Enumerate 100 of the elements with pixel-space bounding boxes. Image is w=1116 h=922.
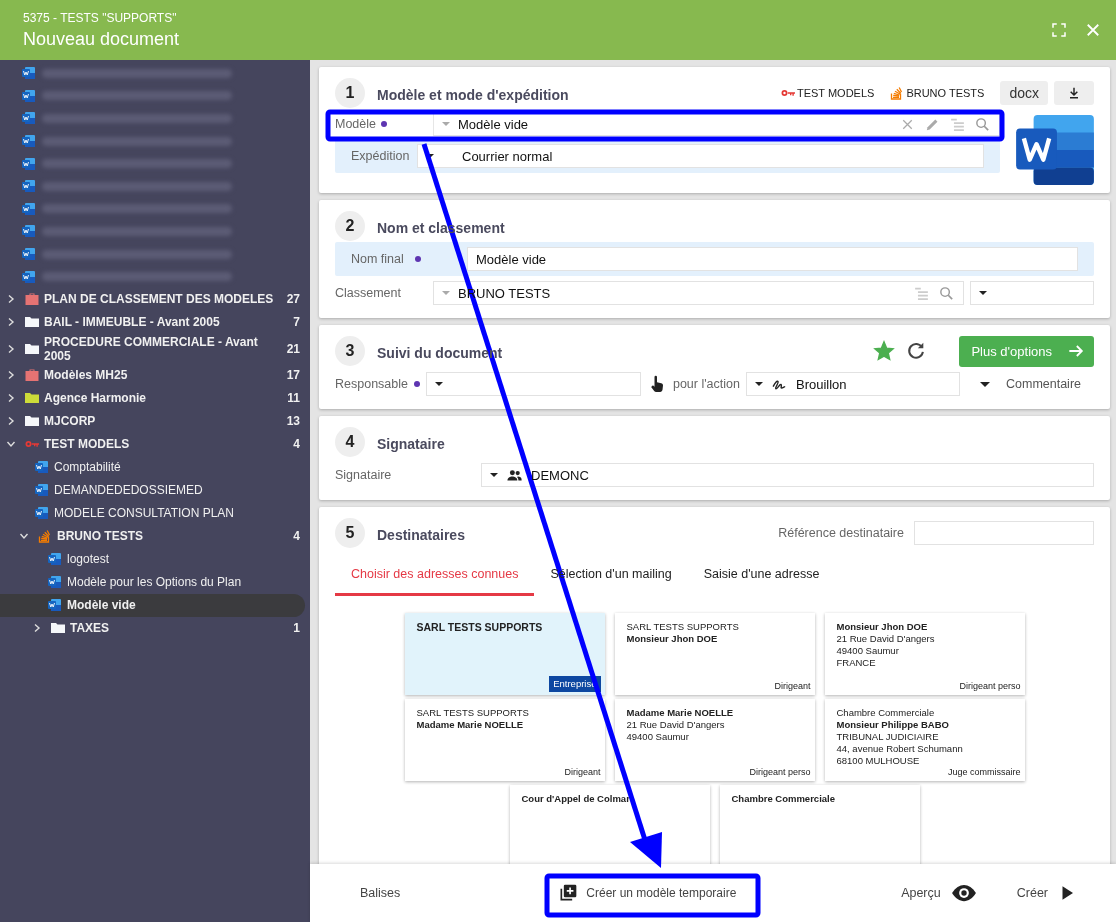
address-line: FRANCE bbox=[836, 657, 877, 669]
chevron-icon[interactable] bbox=[32, 623, 42, 634]
tree-label: Comptabilité bbox=[54, 459, 122, 476]
search-icon[interactable] bbox=[974, 115, 991, 133]
star-icon[interactable] bbox=[873, 340, 896, 362]
item-count: 17 bbox=[286, 368, 300, 383]
address-card[interactable]: Cour d'Appel de Colmar bbox=[509, 785, 710, 864]
tree-item[interactable]: MJCORP 13 bbox=[0, 409, 310, 433]
footer-button[interactable]: Balises bbox=[350, 878, 411, 908]
chevron-icon[interactable] bbox=[19, 531, 29, 542]
footer-button[interactable]: Créer bbox=[1006, 876, 1086, 910]
tree-label: DEMANDEDEDOSSIEMED bbox=[54, 482, 204, 499]
item-count: 13 bbox=[286, 414, 300, 429]
address-line: 49400 Saumur bbox=[626, 731, 690, 743]
chevron-icon[interactable] bbox=[6, 294, 16, 305]
tree-item[interactable]: Agence Harmonie 11 bbox=[0, 386, 310, 410]
word-icon bbox=[35, 483, 49, 498]
role-label: Dirigeant perso bbox=[749, 766, 811, 778]
window-subtitle: 5375 - TESTS "SUPPORTS" bbox=[23, 10, 178, 25]
address-line: 68100 MULHOUSE bbox=[836, 755, 921, 767]
download-button[interactable] bbox=[1054, 81, 1094, 105]
chevron-icon[interactable] bbox=[6, 317, 16, 328]
chevron-icon[interactable] bbox=[6, 439, 16, 450]
address-card[interactable]: SARL TESTS SUPPORTS Entreprise bbox=[404, 613, 605, 695]
tree-label: MODELE CONSULTATION PLAN bbox=[54, 505, 236, 522]
word-icon bbox=[22, 247, 36, 262]
tree-item[interactable]: TEST MODELS 4 bbox=[0, 432, 310, 456]
tree-label: Modèle vide bbox=[67, 597, 137, 614]
address-line: 21 Rue David D'angers bbox=[626, 719, 726, 731]
help-icon[interactable] bbox=[381, 121, 387, 127]
format-button[interactable]: docx bbox=[1000, 81, 1048, 105]
footer-button[interactable]: Aperçu bbox=[891, 872, 987, 914]
tab[interactable]: Saisie d'une adresse bbox=[687, 555, 836, 596]
word-logo-icon bbox=[1016, 115, 1094, 185]
model-tag: BRUNO TESTS bbox=[890, 86, 985, 100]
help-icon[interactable] bbox=[413, 381, 420, 387]
word-icon bbox=[22, 66, 36, 81]
tree-label: BRUNO TESTS bbox=[57, 528, 144, 545]
item-count: 27 bbox=[286, 292, 300, 307]
item-count: 1 bbox=[293, 621, 300, 636]
tree-item[interactable]: Modèles MH25 17 bbox=[0, 363, 310, 387]
word-icon bbox=[22, 224, 36, 239]
comment-toggle[interactable]: Commentaire bbox=[1006, 377, 1081, 391]
field-label: pour l'action bbox=[672, 377, 740, 391]
word-icon bbox=[22, 269, 36, 284]
word-icon bbox=[48, 598, 62, 613]
address-line: Monsieur Jhon DOE bbox=[626, 633, 719, 645]
tree-item[interactable]: BAIL - IMMEUBLE - Avant 2005 7 bbox=[0, 310, 310, 334]
address-card[interactable]: SARL TESTS SUPPORTS Monsieur Jhon DOE Dirigeant bbox=[614, 613, 815, 695]
tree-item[interactable]: Modèle pour les Options du Plan bbox=[0, 570, 310, 594]
tree-item[interactable]: logotest bbox=[0, 547, 310, 571]
tree-label: PLAN DE CLASSEMENT DES MODELES bbox=[44, 291, 274, 308]
field-label: Référence destinataire bbox=[778, 526, 904, 540]
signatory-select[interactable]: DEMONC bbox=[481, 463, 1094, 487]
tree-item[interactable]: DEMANDEDEDOSSIEMED bbox=[0, 478, 310, 502]
help-icon[interactable] bbox=[415, 256, 421, 262]
shipping-select[interactable]: Courrier normal bbox=[417, 144, 984, 168]
tree-item[interactable]: PROCEDURE COMMERCIALE - Avant 2005 21 bbox=[0, 333, 310, 364]
tree-item[interactable]: PLAN DE CLASSEMENT DES MODELES 27 bbox=[0, 287, 310, 311]
address-line: 44, avenue Robert Schumann bbox=[836, 743, 964, 755]
tree-item[interactable]: TAXES 1 bbox=[0, 616, 310, 640]
reference-field[interactable] bbox=[914, 521, 1094, 545]
chevron-icon[interactable] bbox=[6, 343, 16, 354]
chevron-icon[interactable] bbox=[6, 393, 16, 404]
item-count: 4 bbox=[293, 529, 300, 544]
tree-label: BAIL - IMMEUBLE - Avant 2005 bbox=[44, 314, 221, 331]
address-card[interactable]: Chambre Commerciale Monsieur Philippe BABO TRIBUNAL JUDICIAIRE 44, avenue Robert Schumann 68100 MULHOUSE Juge commissaire bbox=[824, 699, 1025, 781]
search-icon[interactable] bbox=[938, 284, 955, 302]
add-icon bbox=[558, 883, 579, 903]
tab[interactable]: Choisir des adresses connues bbox=[335, 555, 535, 596]
field-label: Signataire bbox=[335, 468, 393, 482]
tree-item[interactable]: Comptabilité bbox=[0, 455, 310, 479]
word-icon bbox=[22, 88, 36, 103]
tree-item[interactable]: MODELE CONSULTATION PLAN bbox=[0, 501, 310, 525]
address-card[interactable]: Monsieur Jhon DOE 21 Rue David D'angers 49400 Saumur FRANCE Dirigeant perso bbox=[824, 613, 1025, 695]
chevron-icon[interactable] bbox=[6, 370, 16, 381]
field-label: Nom final bbox=[351, 252, 405, 266]
item-count: 7 bbox=[293, 315, 300, 330]
chevron-icon[interactable] bbox=[6, 416, 16, 427]
field-label: Modèle bbox=[335, 117, 375, 131]
model-tag: TEST MODELS bbox=[780, 86, 875, 100]
address-line: SARL TESTS SUPPORTS bbox=[416, 707, 530, 719]
address-line: 21 Rue David D'angers bbox=[836, 633, 936, 645]
address-line: Chambre Commerciale bbox=[731, 793, 836, 805]
step-number: 4 bbox=[335, 427, 365, 457]
address-line: 49400 Saumur bbox=[836, 645, 900, 657]
tree-label: Modèle pour les Options du Plan bbox=[67, 574, 243, 591]
address-card[interactable]: SARL TESTS SUPPORTS Madame Marie NOELLE Dirigeant bbox=[404, 699, 605, 781]
word-icon bbox=[22, 111, 36, 126]
address-card[interactable]: Madame Marie NOELLE 21 Rue David D'angers 49400 Saumur Dirigeant perso bbox=[614, 699, 815, 781]
address-card[interactable]: Chambre Commerciale bbox=[719, 785, 920, 864]
responsible-select[interactable] bbox=[425, 372, 641, 396]
tree-label: MJCORP bbox=[44, 413, 97, 430]
action-select[interactable]: Brouillon bbox=[746, 372, 960, 396]
role-label: Dirigeant perso bbox=[959, 680, 1021, 692]
tree-item[interactable]: BRUNO TESTS 4 bbox=[0, 524, 310, 548]
footer-button[interactable]: Créer un modèle temporaire bbox=[548, 875, 747, 911]
caret-icon[interactable] bbox=[980, 381, 990, 387]
tree-item[interactable]: Modèle vide bbox=[0, 593, 305, 617]
name-field[interactable]: Modèle vide bbox=[467, 247, 1078, 271]
